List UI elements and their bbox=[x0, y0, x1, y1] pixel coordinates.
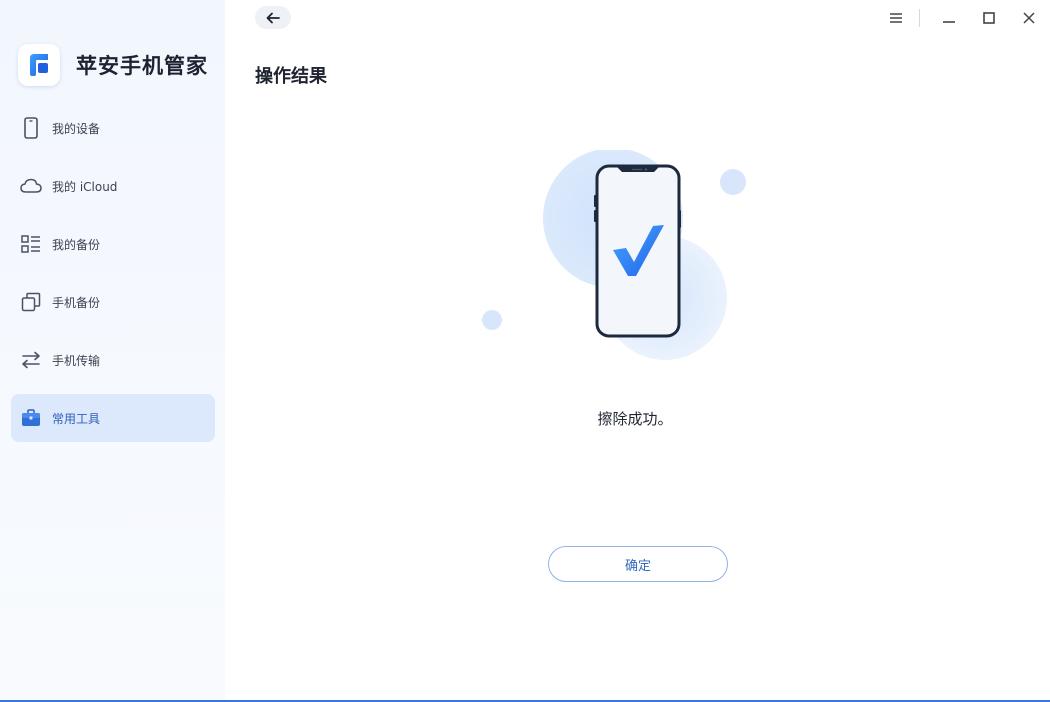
sidebar-item-label: 我的设备 bbox=[52, 121, 101, 136]
back-button[interactable] bbox=[255, 6, 291, 29]
sidebar-item-label: 我的 iCloud bbox=[52, 179, 118, 194]
sidebar-item-phone-transfer[interactable]: 手机传输 bbox=[11, 336, 215, 384]
sidebar-item-phone-backup[interactable]: 手机备份 bbox=[11, 278, 215, 326]
app-window: 苹安手机管家 我的设备 我的 iCloud 我的备份 手机备份 手机传输 常用工… bbox=[0, 0, 1050, 700]
sidebar-nav: 我的设备 我的 iCloud 我的备份 手机备份 手机传输 常用工具 bbox=[11, 104, 215, 452]
sidebar-item-label: 我的备份 bbox=[52, 237, 101, 252]
hamburger-icon bbox=[890, 13, 902, 23]
sidebar-item-my-icloud[interactable]: 我的 iCloud bbox=[11, 162, 215, 210]
sidebar-item-label: 手机传输 bbox=[52, 353, 101, 368]
success-illustration bbox=[470, 148, 770, 370]
page-title: 操作结果 bbox=[255, 66, 327, 87]
transfer-icon bbox=[20, 349, 42, 371]
window-controls-divider bbox=[919, 9, 920, 27]
copy-icon bbox=[20, 291, 42, 313]
sidebar-item-my-backup[interactable]: 我的备份 bbox=[11, 220, 215, 268]
sidebar-item-my-device[interactable]: 我的设备 bbox=[11, 104, 215, 152]
arrow-left-icon bbox=[266, 12, 280, 23]
close-icon bbox=[1023, 12, 1035, 24]
minimize-icon bbox=[943, 21, 955, 23]
list-icon bbox=[20, 233, 42, 255]
maximize-button[interactable] bbox=[978, 8, 1000, 28]
close-button[interactable] bbox=[1018, 8, 1040, 28]
window-controls bbox=[867, 8, 1040, 28]
phone-icon bbox=[20, 117, 42, 139]
confirm-button[interactable]: 确定 bbox=[548, 546, 728, 582]
app-logo-icon bbox=[18, 44, 60, 86]
sidebar: 苹安手机管家 我的设备 我的 iCloud 我的备份 手机备份 手机传输 常用工… bbox=[0, 0, 225, 700]
result-message: 擦除成功。 bbox=[597, 410, 673, 428]
brand: 苹安手机管家 bbox=[18, 44, 208, 86]
maximize-icon bbox=[983, 12, 995, 24]
menu-button[interactable] bbox=[885, 8, 907, 28]
app-name: 苹安手机管家 bbox=[76, 54, 208, 78]
cloud-icon bbox=[20, 175, 42, 197]
sidebar-item-label: 手机备份 bbox=[52, 295, 101, 310]
minimize-button[interactable] bbox=[938, 8, 960, 28]
